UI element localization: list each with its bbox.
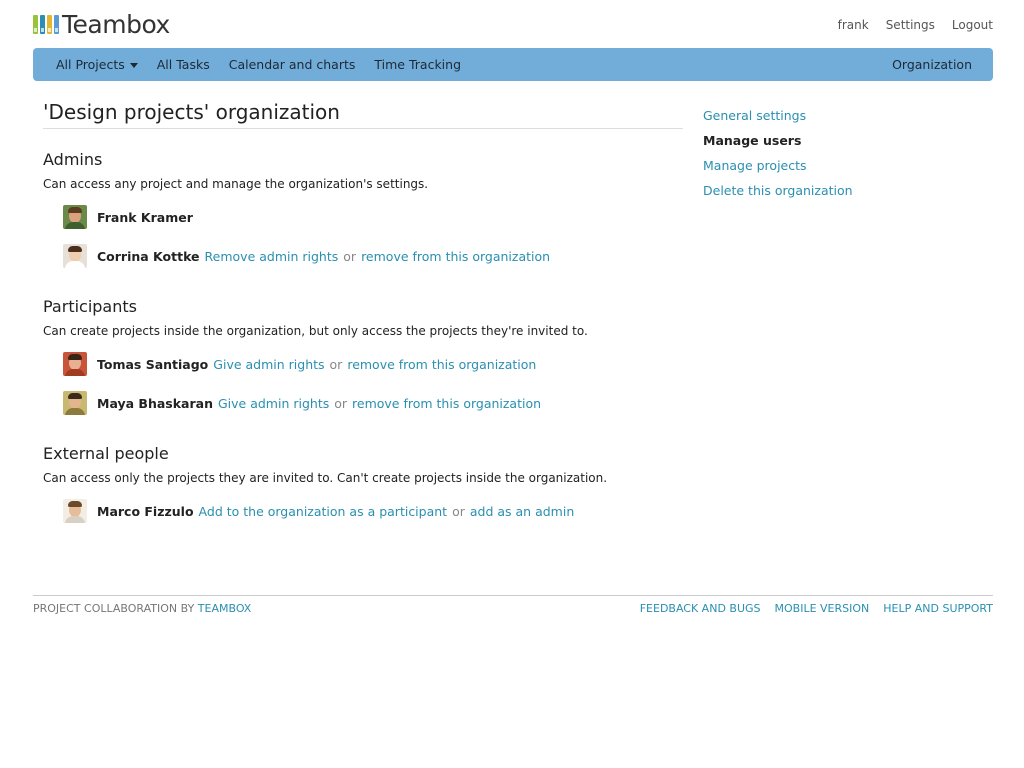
or-separator: or	[343, 248, 357, 264]
nav-calendar-and-charts[interactable]: Calendar and charts	[229, 57, 356, 72]
or-separator: or	[334, 395, 348, 411]
user-row: Corrina Kottke Remove admin rights or re…	[63, 243, 683, 269]
main-content: 'Design projects' organization Admins Ca…	[43, 100, 683, 524]
user-name[interactable]: Frank Kramer	[97, 210, 193, 225]
settings-link[interactable]: Settings	[886, 18, 935, 32]
or-separator: or	[329, 356, 343, 372]
user-name[interactable]: Tomas Santiago	[97, 357, 208, 372]
user-row: Marco Fizzulo Add to the organization as…	[63, 498, 683, 524]
nav-all-projects[interactable]: All Projects	[56, 57, 138, 72]
footer: PROJECT COLLABORATION BY TEAMBOX FEEDBAC…	[33, 595, 993, 615]
section-external-people: External people Can access only the proj…	[43, 444, 683, 524]
add-as-participant-link[interactable]: Add to the organization as a participant	[199, 504, 448, 519]
nav-organization[interactable]: Organization	[892, 57, 972, 72]
avatar	[63, 205, 87, 229]
caret-down-icon	[129, 63, 138, 68]
section-heading: Admins	[43, 150, 103, 169]
section-description: Can create projects inside the organizat…	[43, 324, 588, 338]
user-link[interactable]: frank	[838, 18, 869, 32]
account-links: frank Settings Logout	[838, 18, 993, 32]
sidebar-item-delete-organization[interactable]: Delete this organization	[703, 183, 983, 208]
page-title: 'Design projects' organization	[43, 100, 683, 129]
section-heading: External people	[43, 444, 169, 463]
avatar	[63, 499, 87, 523]
remove-from-organization-link[interactable]: remove from this organization	[352, 396, 541, 411]
settings-sidebar: General settings Manage users Manage pro…	[703, 108, 983, 208]
logout-link[interactable]: Logout	[952, 18, 993, 32]
footer-credit-text: PROJECT COLLABORATION BY	[33, 602, 195, 615]
user-row: Tomas Santiago Give admin rights or remo…	[63, 351, 683, 377]
nav-time-tracking[interactable]: Time Tracking	[374, 57, 461, 72]
sidebar-item-manage-users: Manage users	[703, 133, 802, 148]
footer-credit: PROJECT COLLABORATION BY TEAMBOX	[33, 602, 251, 615]
section-description: Can access only the projects they are in…	[43, 471, 608, 485]
sidebar-item-manage-projects[interactable]: Manage projects	[703, 158, 983, 183]
section-participants: Participants Can create projects inside …	[43, 297, 683, 416]
user-name[interactable]: Marco Fizzulo	[97, 504, 194, 519]
remove-from-organization-link[interactable]: remove from this organization	[361, 249, 550, 264]
user-name[interactable]: Maya Bhaskaran	[97, 396, 213, 411]
section-admins: Admins Can access any project and manage…	[43, 150, 683, 269]
footer-help-link[interactable]: HELP AND SUPPORT	[883, 602, 993, 615]
section-heading: Participants	[43, 297, 137, 316]
user-row: Frank Kramer	[63, 204, 683, 230]
footer-links: FEEDBACK AND BUGS MOBILE VERSION HELP AN…	[640, 602, 993, 615]
logo-icon	[33, 15, 59, 34]
remove-from-organization-link[interactable]: remove from this organization	[347, 357, 536, 372]
avatar	[63, 352, 87, 376]
user-name[interactable]: Corrina Kottke	[97, 249, 200, 264]
or-separator: or	[452, 503, 465, 519]
avatar	[63, 244, 87, 268]
main-navbar: All Projects All Tasks Calendar and char…	[33, 48, 993, 81]
user-row: Maya Bhaskaran Give admin rights or remo…	[63, 390, 683, 416]
footer-teambox-link[interactable]: TEAMBOX	[198, 602, 252, 615]
give-admin-rights-link[interactable]: Give admin rights	[218, 396, 329, 411]
footer-mobile-link[interactable]: MOBILE VERSION	[775, 602, 870, 615]
remove-admin-rights-link[interactable]: Remove admin rights	[205, 249, 339, 264]
add-as-admin-link[interactable]: add as an admin	[470, 504, 574, 519]
teambox-logo[interactable]: Teambox	[33, 10, 170, 39]
give-admin-rights-link[interactable]: Give admin rights	[213, 357, 324, 372]
nav-all-projects-label: All Projects	[56, 57, 125, 72]
sidebar-item-general-settings[interactable]: General settings	[703, 108, 983, 133]
footer-feedback-link[interactable]: FEEDBACK AND BUGS	[640, 602, 761, 615]
nav-all-tasks[interactable]: All Tasks	[157, 57, 210, 72]
header: Teambox frank Settings Logout	[33, 8, 993, 44]
section-description: Can access any project and manage the or…	[43, 177, 429, 191]
app-name: Teambox	[62, 10, 170, 39]
avatar	[63, 391, 87, 415]
